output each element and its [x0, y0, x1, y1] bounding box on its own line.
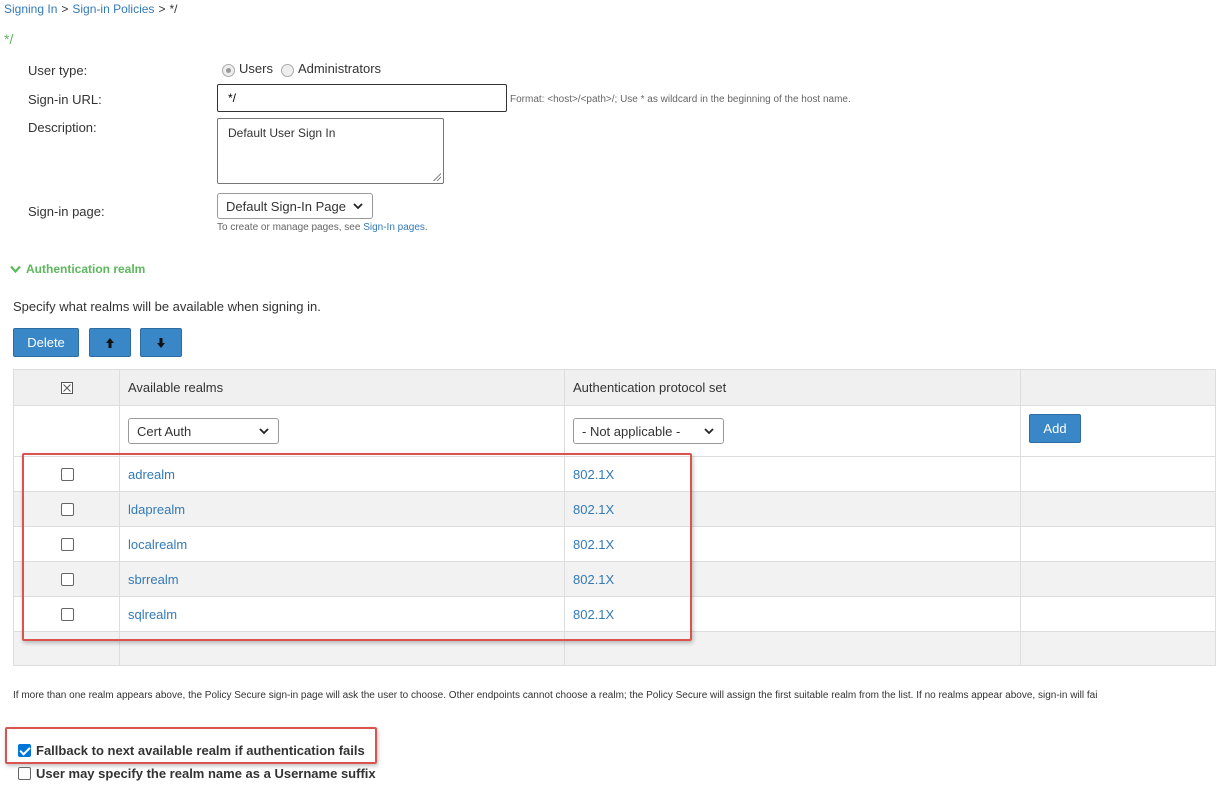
- realm-select-value: Cert Auth: [137, 423, 192, 439]
- signin-page-select-value: Default Sign-In Page: [226, 198, 346, 214]
- username-suffix-checkbox[interactable]: [18, 767, 31, 780]
- page-title: */: [4, 31, 14, 47]
- resize-grip-icon[interactable]: [432, 172, 441, 181]
- username-suffix-option: User may specify the realm name as a Use…: [18, 766, 376, 781]
- administrators-radio-label: Administrators: [297, 61, 382, 76]
- breadcrumb-signing-in[interactable]: Signing In: [4, 2, 57, 16]
- realm-rows-highlight: [22, 453, 692, 641]
- select-all-icon: [61, 381, 73, 394]
- breadcrumb-separator: >: [158, 2, 166, 16]
- realm-footnote: If more than one realm appears above, th…: [13, 690, 1098, 701]
- signin-url-input[interactable]: [217, 84, 507, 112]
- fallback-label: Fallback to next available realm if auth…: [36, 743, 365, 758]
- fallback-checkbox[interactable]: [18, 744, 31, 757]
- chevron-down-icon: [10, 265, 21, 273]
- breadcrumb-signin-policies[interactable]: Sign-in Policies: [72, 2, 154, 16]
- users-radio-label: Users: [239, 61, 273, 76]
- add-realm-row: Cert Auth - Not applicable - Add: [14, 406, 1215, 457]
- column-divider: [1020, 370, 1021, 665]
- signin-url-hint: Format: <host>/<path>/; Use * as wildcar…: [510, 94, 851, 105]
- chevron-down-icon: [259, 428, 269, 435]
- user-type-radio-group: Users Administrators: [222, 61, 389, 77]
- administrators-radio[interactable]: [280, 64, 294, 77]
- chevron-down-icon: [704, 428, 714, 435]
- users-radio[interactable]: [222, 64, 235, 77]
- delete-button[interactable]: Delete: [13, 328, 79, 357]
- signin-page-hint-suffix: .: [424, 222, 428, 233]
- signin-url-label: Sign-in URL:: [28, 92, 102, 107]
- auth-realm-section-toggle[interactable]: Authentication realm: [10, 262, 145, 276]
- description-label: Description:: [28, 120, 97, 135]
- user-type-label: User type:: [28, 63, 88, 78]
- username-suffix-label: User may specify the realm name as a Use…: [36, 766, 376, 781]
- protocol-select[interactable]: - Not applicable -: [573, 418, 724, 444]
- protocol-select-value: - Not applicable -: [582, 423, 681, 439]
- breadcrumb-current: */: [169, 2, 178, 16]
- realm-select[interactable]: Cert Auth: [128, 418, 279, 444]
- table-header-row: Available realms Authentication protocol…: [14, 370, 1215, 406]
- description-value: Default User Sign In: [228, 126, 336, 140]
- down-arrow-icon: [157, 337, 165, 348]
- add-button[interactable]: Add: [1029, 414, 1081, 443]
- breadcrumb-separator: >: [61, 2, 69, 16]
- select-all-checkbox[interactable]: [61, 370, 73, 405]
- auth-realm-description: Specify what realms will be available wh…: [13, 299, 321, 314]
- up-arrow-icon: [106, 337, 114, 348]
- move-up-button[interactable]: [89, 328, 131, 357]
- signin-page-hint: To create or manage pages, see Sign-In p…: [217, 222, 428, 233]
- signin-page-label: Sign-in page:: [28, 204, 105, 219]
- signin-pages-link[interactable]: Sign-In pages: [363, 222, 425, 233]
- signin-page-select[interactable]: Default Sign-In Page: [217, 193, 373, 219]
- column-header-available-realms: Available realms: [128, 380, 224, 395]
- description-textarea[interactable]: Default User Sign In: [217, 118, 444, 184]
- auth-realm-section-title: Authentication realm: [26, 262, 146, 276]
- column-header-auth-protocol-set: Authentication protocol set: [573, 380, 727, 395]
- signin-page-hint-text: To create or manage pages, see: [217, 222, 364, 233]
- breadcrumb: Signing In > Sign-in Policies > */: [4, 2, 177, 16]
- move-down-button[interactable]: [140, 328, 182, 357]
- fallback-option: Fallback to next available realm if auth…: [18, 743, 365, 758]
- chevron-down-icon: [353, 203, 363, 210]
